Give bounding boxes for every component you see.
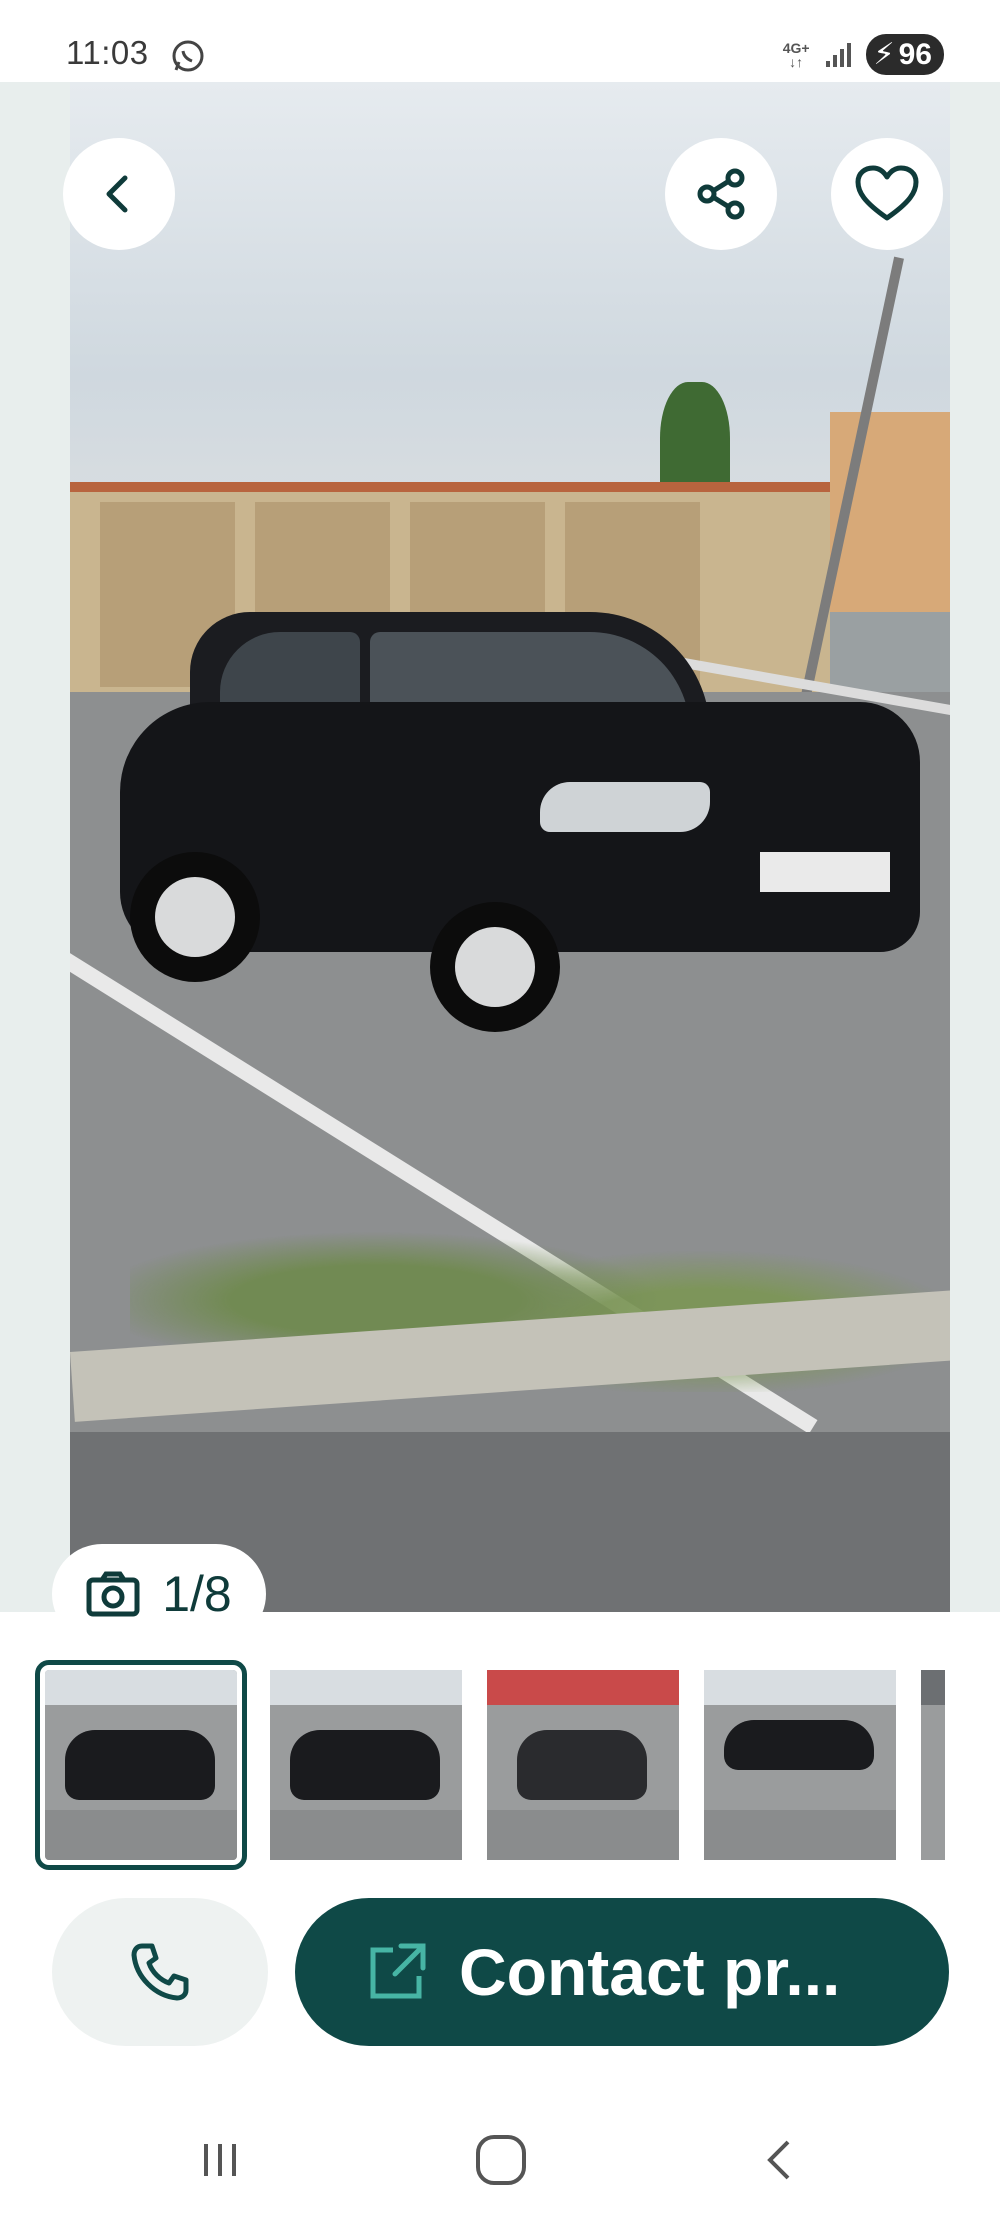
thumbnail-strip[interactable] xyxy=(0,1640,1000,1880)
recent-apps-icon xyxy=(204,2144,236,2176)
thumbnail-2[interactable] xyxy=(270,1670,462,1860)
battery-indicator: ⚡ 96 xyxy=(865,34,944,75)
home-button[interactable] xyxy=(461,2120,541,2200)
status-indicators: 4G+ ↓↑ ⚡ 96 xyxy=(783,34,944,75)
share-icon xyxy=(697,168,745,220)
thumbnail-5[interactable] xyxy=(921,1670,945,1860)
nav-back-button[interactable] xyxy=(740,2120,820,2200)
status-bar: 11:03 4G+ ↓↑ ⚡ 96 xyxy=(0,0,1000,82)
share-button[interactable] xyxy=(665,138,777,250)
photo-counter: 1/8 xyxy=(52,1544,266,1644)
back-button[interactable] xyxy=(63,138,175,250)
photo-gallery[interactable]: 1/8 xyxy=(0,82,1000,1644)
battery-charging-icon: ⚡ xyxy=(873,38,895,71)
phone-icon xyxy=(131,1943,189,2001)
signal-icon xyxy=(825,42,851,67)
heart-icon xyxy=(855,165,919,221)
favorite-button[interactable] xyxy=(831,138,943,250)
thumbnail-1[interactable] xyxy=(35,1660,247,1870)
contact-seller-button[interactable]: Contact pr... xyxy=(295,1898,949,2046)
camera-icon xyxy=(86,1571,140,1617)
network-type: 4G+ ↓↑ xyxy=(782,39,810,70)
thumbnail-4[interactable] xyxy=(704,1670,896,1860)
back-icon xyxy=(767,2140,790,2180)
thumbnail-3[interactable] xyxy=(487,1670,679,1860)
recent-apps-button[interactable] xyxy=(180,2120,260,2200)
call-button[interactable] xyxy=(52,1898,268,2046)
system-nav-bar xyxy=(0,2100,1000,2222)
external-link-icon xyxy=(370,1943,426,1999)
battery-level: 96 xyxy=(898,37,932,71)
photo-counter-text: 1/8 xyxy=(162,1566,232,1622)
back-arrow-icon xyxy=(106,175,128,213)
main-photo[interactable] xyxy=(70,82,950,1612)
status-time: 11:03 xyxy=(66,34,149,71)
home-icon xyxy=(476,2135,526,2185)
car-image xyxy=(120,612,920,1052)
whatsapp-icon xyxy=(172,40,204,72)
contact-seller-label: Contact pr... xyxy=(459,1935,841,2009)
